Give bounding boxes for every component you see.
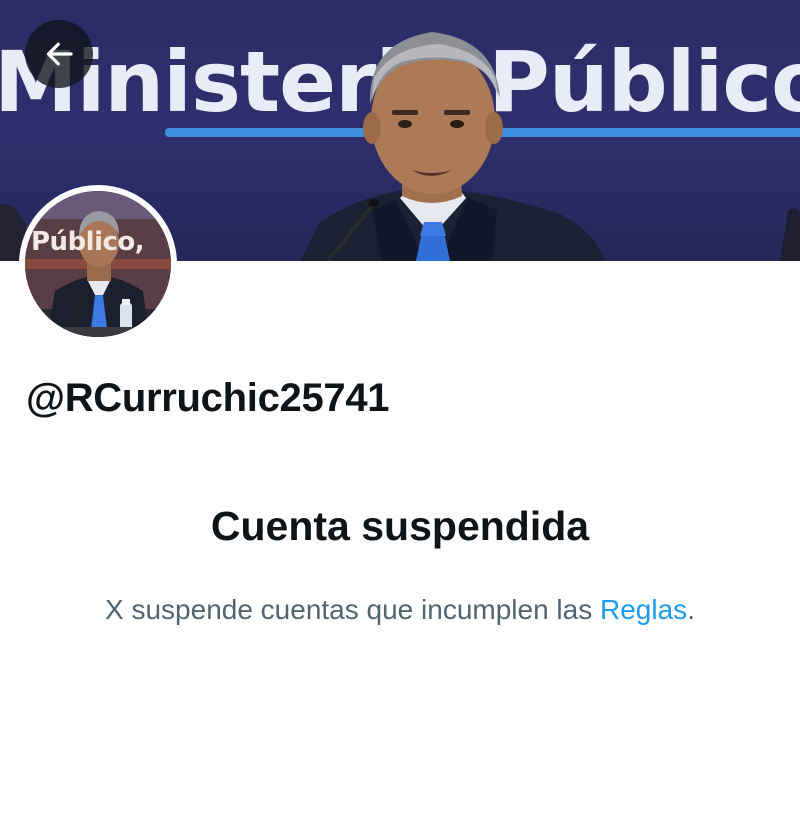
rules-link[interactable]: Reglas bbox=[600, 594, 687, 625]
suspension-message-period: . bbox=[687, 594, 695, 625]
arrow-left-icon bbox=[46, 42, 73, 66]
suspension-title: Cuenta suspendida bbox=[210, 503, 590, 549]
suspension-message-text: X suspende cuentas que incumplen las bbox=[105, 594, 601, 625]
suspension-message: X suspende cuentas que incumplen las Reg… bbox=[0, 590, 800, 630]
avatar-photo: Público, bbox=[25, 191, 171, 337]
profile-handle: @RCurruchic25741 bbox=[26, 376, 390, 420]
avatar-headline-text: Público, bbox=[31, 227, 145, 257]
profile-avatar[interactable]: Público, bbox=[19, 185, 177, 343]
back-button[interactable] bbox=[25, 20, 93, 88]
